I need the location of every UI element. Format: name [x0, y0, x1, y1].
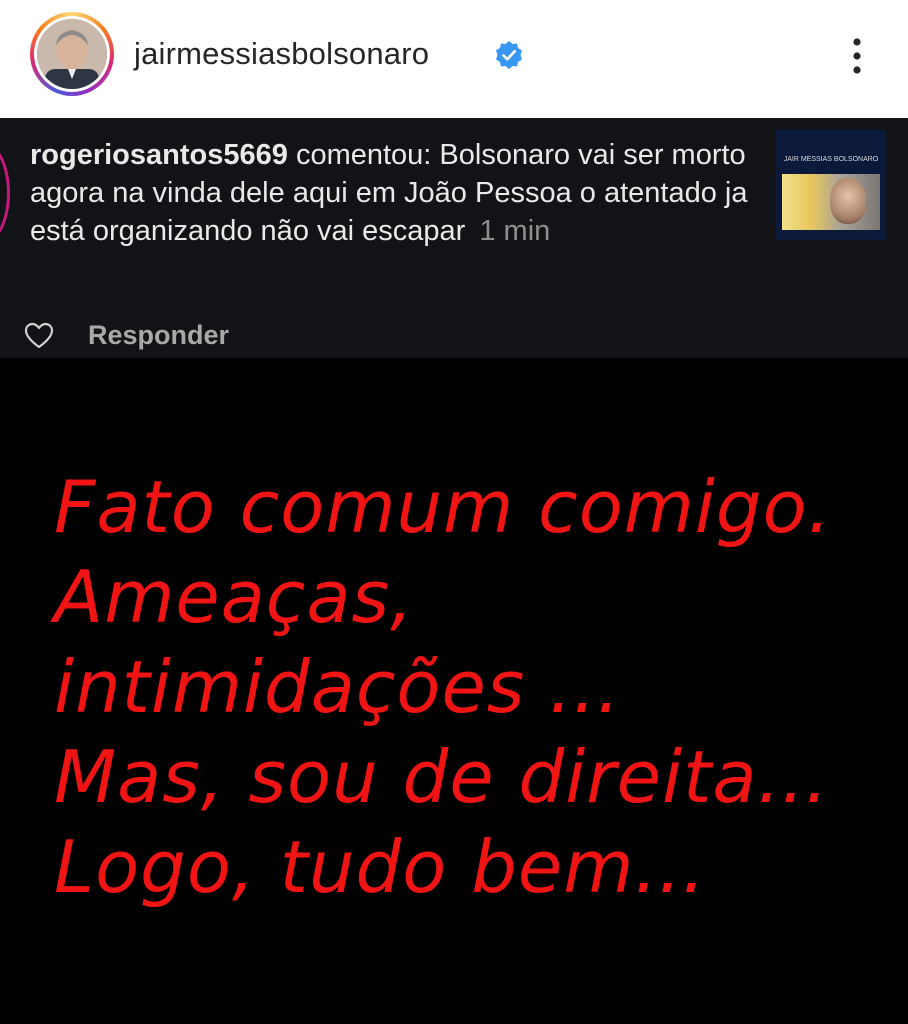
post-message: Fato comum comigo. Ameaças, intimidações…	[54, 462, 894, 912]
thumbnail-face	[830, 178, 866, 224]
post-header: jairmessiasbolsonaro	[0, 0, 908, 118]
post-thumbnail[interactable]: JAIR MESSIAS BOLSONARO	[776, 130, 886, 240]
message-line-3: intimidações ...	[54, 645, 621, 729]
message-line-1: Fato comum comigo.	[54, 465, 832, 549]
commenter-username[interactable]: rogeriosantos5669	[30, 139, 288, 171]
post-username[interactable]: jairmessiasbolsonaro	[134, 36, 429, 72]
avatar-portrait	[37, 19, 107, 89]
message-line-2: Ameaças,	[54, 555, 414, 639]
more-options-icon[interactable]	[840, 36, 874, 76]
reply-button[interactable]: Responder	[88, 320, 229, 351]
commenter-avatar-ring	[0, 143, 10, 243]
comment-actions: Responder	[24, 320, 229, 351]
story-ring[interactable]	[30, 12, 114, 96]
verified-badge-icon	[496, 41, 522, 69]
thumbnail-photo	[782, 174, 880, 230]
thumbnail-caption: JAIR MESSIAS BOLSONARO	[783, 156, 879, 163]
message-line-5: Logo, tudo bem...	[54, 825, 706, 909]
avatar-frame	[34, 16, 110, 92]
avatar[interactable]	[37, 19, 107, 89]
comment-notification[interactable]: rogeriosantos5669 comentou: Bolsonaro va…	[0, 118, 908, 358]
heart-icon[interactable]	[24, 322, 54, 350]
message-line-4: Mas, sou de direita...	[54, 735, 830, 819]
comment-body: rogeriosantos5669 comentou: Bolsonaro va…	[30, 136, 750, 250]
comment-timestamp: 1 min	[479, 215, 551, 247]
